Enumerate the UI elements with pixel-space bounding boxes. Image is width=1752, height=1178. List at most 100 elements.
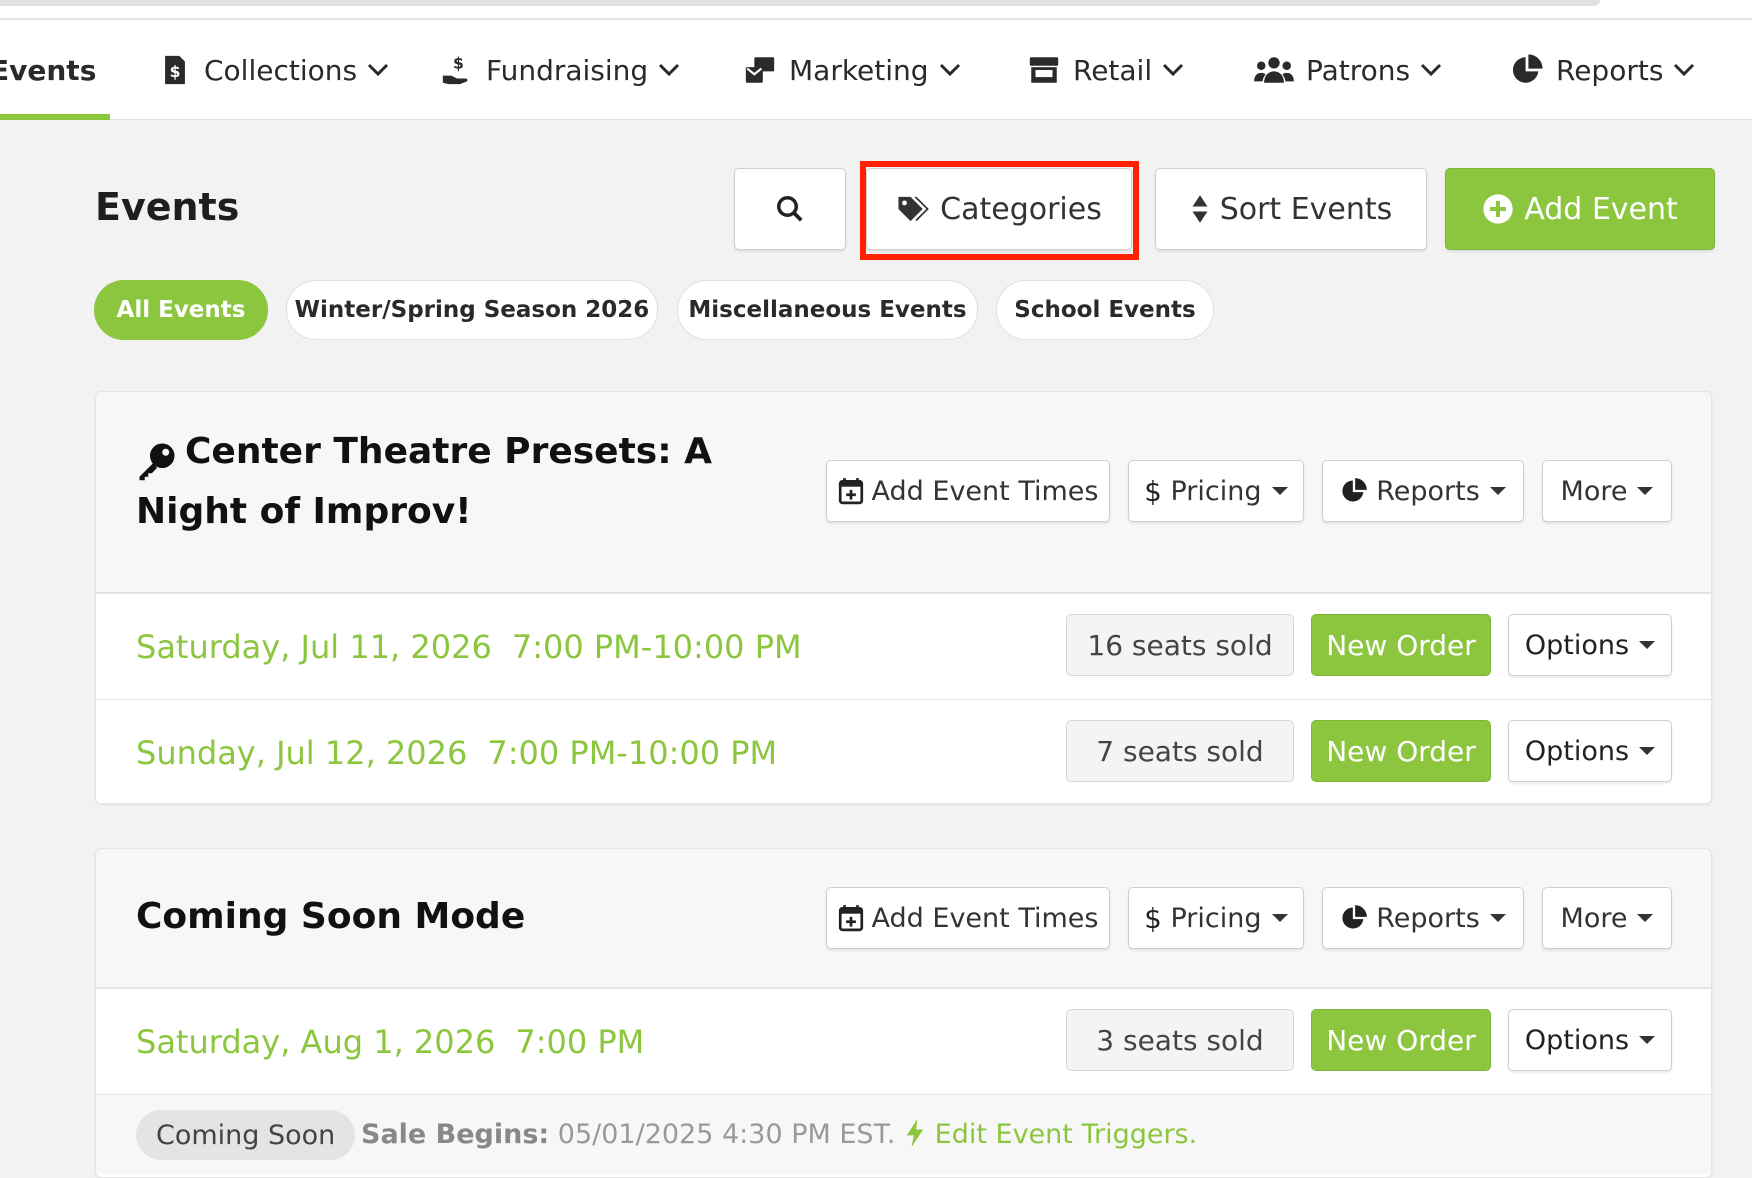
event-time-row: Saturday, Aug 1, 2026 7:00 PM 3 seats sol…: [96, 988, 1711, 1094]
event-time-row: Sunday, Jul 12, 2026 7:00 PM-10:00 PM 7 s…: [96, 699, 1711, 805]
nav-item-collections[interactable]: $ Collections: [158, 20, 389, 120]
more-label: More: [1560, 475, 1628, 507]
search-button[interactable]: [734, 168, 846, 250]
more-dropdown[interactable]: More: [1542, 460, 1672, 522]
pie-chart-icon: [1342, 478, 1368, 502]
caret-down-icon: [1639, 1036, 1656, 1044]
more-label: More: [1560, 902, 1628, 934]
chevron-down-icon: [659, 63, 680, 77]
nav-item-label: Reports: [1556, 53, 1664, 87]
event-time: 7:00 PM-10:00 PM: [511, 628, 802, 666]
dollar-icon: $: [1145, 903, 1163, 933]
filter-all-events[interactable]: All Events: [94, 280, 268, 340]
coming-soon-badge: Coming Soon: [136, 1110, 356, 1160]
nav-item-marketing[interactable]: Marketing: [743, 20, 961, 120]
caret-down-icon: [1639, 641, 1656, 649]
more-dropdown[interactable]: More: [1542, 887, 1672, 949]
seats-sold-badge: 7 seats sold: [1066, 720, 1294, 782]
seats-sold-badge: 3 seats sold: [1066, 1009, 1294, 1071]
dollar-doc-icon: $: [165, 55, 185, 85]
categories-label: Categories: [940, 191, 1102, 227]
nav-item-reports[interactable]: Reports: [1510, 20, 1695, 120]
reports-dropdown[interactable]: Reports: [1322, 460, 1524, 522]
svg-text:$: $: [1145, 903, 1163, 933]
new-order-button[interactable]: New Order: [1311, 720, 1491, 782]
caret-down-icon: [1489, 914, 1506, 922]
nav-item-label: Marketing: [789, 53, 929, 87]
event-title-continued: Night of Improv!: [136, 491, 472, 532]
add-event-times-label: Add Event Times: [871, 475, 1099, 507]
filter-winter-spring-2026[interactable]: Winter/Spring Season 2026: [286, 280, 658, 340]
pie-chart-icon: [1342, 905, 1368, 929]
calendar-plus-icon: [838, 905, 863, 932]
event-datetime: Saturday, Jul 11, 2026 7:00 PM-10:00 PM: [136, 594, 802, 700]
event-time: 7:00 PM-10:00 PM: [487, 734, 778, 772]
nav-item-retail[interactable]: Retail: [1027, 20, 1184, 120]
nav-item-events[interactable]: Events: [0, 20, 110, 120]
dollar-icon: $: [1145, 476, 1163, 506]
bolt-icon: [906, 1119, 924, 1147]
nav-item-label: Fundraising: [486, 53, 649, 87]
event-card-header: Center Theatre Presets: A Night of Impro…: [96, 392, 1711, 593]
sale-begins-value: 05/01/2025 4:30 PM EST.: [557, 1119, 896, 1150]
add-event-times-button[interactable]: Add Event Times: [826, 887, 1110, 949]
options-label: Options: [1524, 735, 1630, 767]
event-date: Saturday, Aug 1, 2026: [136, 1023, 496, 1061]
caret-down-icon: [1271, 914, 1288, 922]
chevron-down-icon: [1163, 63, 1184, 77]
event-card: Coming Soon Mode Add Event Times $ Prici…: [95, 848, 1712, 1178]
event-time-row: Saturday, Jul 11, 2026 7:00 PM-10:00 PM 1…: [96, 593, 1711, 699]
new-order-button[interactable]: New Order: [1311, 614, 1491, 676]
sale-status-row: Coming Soon Sale Begins: 05/01/2025 4:30…: [96, 1094, 1711, 1174]
filter-miscellaneous-events[interactable]: Miscellaneous Events: [677, 280, 978, 340]
add-event-times-label: Add Event Times: [871, 902, 1099, 934]
nav-item-label: Retail: [1073, 53, 1153, 87]
chevron-down-icon: [939, 63, 960, 77]
options-dropdown[interactable]: Options: [1508, 614, 1672, 676]
sale-begins-label: Sale Begins:: [361, 1119, 550, 1150]
sort-events-button[interactable]: Sort Events: [1155, 168, 1427, 250]
pricing-dropdown[interactable]: $ Pricing: [1128, 460, 1304, 522]
pricing-label: Pricing: [1170, 475, 1262, 507]
event-time: 7:00 PM: [515, 1023, 645, 1061]
event-card: Center Theatre Presets: A Night of Impro…: [95, 391, 1712, 804]
chevron-down-icon: [368, 63, 389, 77]
edit-event-triggers-link[interactable]: Edit Event Triggers.: [935, 1119, 1198, 1150]
reports-label: Reports: [1376, 902, 1480, 934]
add-event-times-button[interactable]: Add Event Times: [826, 460, 1110, 522]
caret-down-icon: [1271, 487, 1288, 495]
browser-top-strip: [0, 0, 1752, 20]
nav-item-label: Collections: [204, 53, 358, 87]
categories-button[interactable]: Categories: [866, 168, 1132, 250]
sale-info: Sale Begins: 05/01/2025 4:30 PM EST. Edi…: [361, 1110, 1197, 1160]
store-icon: [1029, 57, 1059, 83]
reports-dropdown[interactable]: Reports: [1322, 887, 1524, 949]
event-date: Saturday, Jul 11, 2026: [136, 628, 492, 666]
sort-events-label: Sort Events: [1219, 191, 1393, 227]
caret-down-icon: [1639, 747, 1656, 755]
options-dropdown[interactable]: Options: [1508, 720, 1672, 782]
event-datetime: Saturday, Aug 1, 2026 7:00 PM: [136, 989, 644, 1095]
options-label: Options: [1524, 1024, 1630, 1056]
active-tab-indicator: [0, 114, 110, 120]
chevron-down-icon: [1674, 63, 1695, 77]
event-title: Center Theatre Presets: A: [185, 431, 713, 472]
options-dropdown[interactable]: Options: [1508, 1009, 1672, 1071]
chevron-down-icon: [1421, 63, 1442, 77]
scrollbar-track[interactable]: [0, 0, 1600, 6]
pricing-label: Pricing: [1170, 902, 1262, 934]
add-event-button[interactable]: Add Event: [1445, 168, 1715, 250]
sort-icon: [1192, 195, 1208, 223]
new-order-button[interactable]: New Order: [1311, 1009, 1491, 1071]
pricing-dropdown[interactable]: $ Pricing: [1128, 887, 1304, 949]
filter-school-events[interactable]: School Events: [996, 280, 1214, 340]
key-icon: [139, 443, 175, 481]
add-event-label: Add Event: [1524, 191, 1678, 227]
svg-text:$: $: [170, 63, 181, 81]
nav-item-fundraising[interactable]: $ Fundraising: [440, 20, 680, 120]
main-nav: Events $ Collections $ Fundraising Marke…: [0, 20, 1752, 120]
mail-bulk-icon: [745, 57, 775, 83]
nav-item-patrons[interactable]: Patrons: [1254, 20, 1442, 120]
seats-sold-badge: 16 seats sold: [1066, 614, 1294, 676]
page-title: Events: [95, 185, 240, 229]
